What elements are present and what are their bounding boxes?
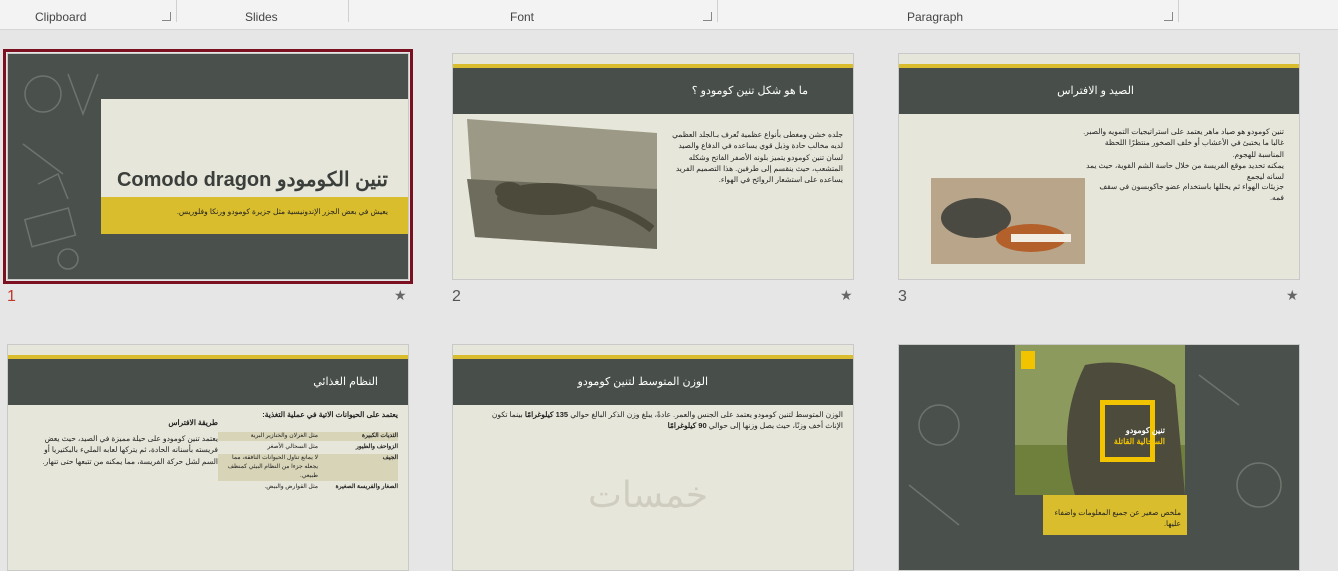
ribbon-separator bbox=[176, 0, 177, 22]
slide-number-1: 1 bbox=[7, 288, 16, 305]
table-row: مثل السحالي الأصغر الزواحف والطيور bbox=[267, 444, 398, 450]
slide-sorter: تنين الكومودو Comodo dragon يعيش في بعض … bbox=[0, 31, 1338, 571]
slide-thumbnail-1[interactable]: تنين الكومودو Comodo dragon يعيش في بعض … bbox=[3, 49, 413, 284]
cover-badge-text: تنين كومودو السحالية القاتلة bbox=[1113, 426, 1165, 447]
ribbon-group-clipboard: Clipboard bbox=[35, 10, 87, 24]
slide-number-2: 2 bbox=[452, 288, 461, 305]
slide-thumbnail-5[interactable]: الوزن المتوسط لتنين كومودو الوزن المتوسط… bbox=[452, 344, 854, 571]
ribbon-separator bbox=[717, 0, 718, 22]
komodo-photo bbox=[467, 119, 657, 249]
font-launcher-icon[interactable] bbox=[703, 12, 712, 21]
bullet-item: لسان تنين كومودو يتميز بلونه الأصفر الفا… bbox=[675, 152, 843, 185]
table-row: لا يمانع تناول الحيوانات النافقة، مما يج… bbox=[218, 454, 398, 481]
bullet-item: لديه مخالب حادة وذيل قوي يساعده في الدفا… bbox=[678, 141, 843, 151]
ribbon-separator bbox=[1178, 0, 1179, 22]
khamsat-watermark: خمسات bbox=[588, 475, 709, 516]
slide-2-bullets: جلده خشن ومغطى بأنواع عظمية تُعرف بـالجل… bbox=[668, 129, 843, 185]
slide-4-left-heading: طريقة الافتراس bbox=[168, 418, 218, 427]
slide-1-subtitle: يعيش في بعض الجزر الإندونيسية مثل جزيرة … bbox=[176, 207, 388, 216]
bullet-item: جلده خشن ومغطى بأنواع عظمية تُعرف بـالجل… bbox=[672, 130, 843, 139]
hunting-image bbox=[941, 198, 1071, 252]
slide-1-title: تنين الكومودو Comodo dragon bbox=[116, 169, 388, 191]
ribbon-separator bbox=[348, 0, 349, 22]
clipboard-launcher-icon[interactable] bbox=[162, 12, 171, 21]
ribbon-group-font: Font bbox=[510, 10, 535, 24]
ribbon-group-slides: Slides bbox=[245, 10, 278, 24]
ribbon-group-labels: Clipboard Slides Font Paragraph bbox=[0, 0, 1338, 30]
slide-thumbnail-3[interactable]: الصيد و الافتراس تنين كومودو هو صياد ماه… bbox=[898, 53, 1300, 280]
transition-star-icon[interactable]: ★ bbox=[840, 287, 853, 304]
komodo-hunting-photo bbox=[931, 178, 1085, 264]
slide-5-title: الوزن المتوسط لتنين كومودو bbox=[453, 359, 853, 405]
slide-4-right-heading: يعتمد على الحيوانات الاتية في عملية التغ… bbox=[262, 410, 398, 419]
slide-6-caption: ملخص صغير عن جميع المعلومات واضفاء عليها… bbox=[1054, 508, 1181, 529]
list-item: غالبا ما يختبئ في الأعشاب أو خلف الصخور … bbox=[1104, 138, 1284, 159]
slide-5-body: الوزن المتوسط لتنين كومودو يعتمد على الج… bbox=[491, 410, 843, 431]
slide-3-extra: جزيئات الهواء ثم يحللها باستخدام عضو جاك… bbox=[1099, 182, 1284, 203]
slide-4-left-text: يعتمد تنين كومودو على حيلة مميزة في الصي… bbox=[42, 434, 219, 466]
slide-thumbnail-6[interactable]: تنين كومودو السحالية القاتلة ملخص صغير ع… bbox=[898, 344, 1300, 571]
list-item: تنين كومودو هو صياد ماهر يعتمد على استرا… bbox=[1083, 127, 1284, 136]
lizard-image bbox=[467, 119, 657, 249]
slide-number-3: 3 bbox=[898, 288, 907, 305]
transition-star-icon[interactable]: ★ bbox=[1286, 287, 1299, 304]
slide-4-title: النظام الغذائي bbox=[8, 359, 408, 405]
ribbon-group-paragraph: Paragraph bbox=[907, 10, 964, 24]
transition-star-icon[interactable]: ★ bbox=[394, 287, 407, 304]
slide-3-list: تنين كومودو هو صياد ماهر يعتمد على استرا… bbox=[1079, 126, 1284, 182]
paragraph-launcher-icon[interactable] bbox=[1164, 12, 1173, 21]
slide-thumbnail-4[interactable]: النظام الغذائي يعتمد على الحيوانات الاتي… bbox=[7, 344, 409, 571]
slide-3-title: الصيد و الافتراس bbox=[899, 68, 1299, 114]
food-table: مثل الغزلان والخنازير البرية الثديات الك… bbox=[218, 432, 398, 492]
komodo-cover-photo: تنين كومودو السحالية القاتلة bbox=[1015, 345, 1185, 495]
slide-2-title: ما هو شكل تنين كومودو ؟ bbox=[453, 68, 853, 114]
table-row: مثل القوارض والبيض. الصغار والفريسة الصغ… bbox=[264, 484, 398, 490]
table-row: مثل الغزلان والخنازير البرية الثديات الك… bbox=[218, 432, 398, 441]
slide-thumbnail-2[interactable]: ما هو شكل تنين كومودو ؟ جلده خشن ومغطى ب… bbox=[452, 53, 854, 280]
list-item: يمكنه تحديد موقع الفريسة من خلال حاسة ال… bbox=[1086, 160, 1284, 181]
